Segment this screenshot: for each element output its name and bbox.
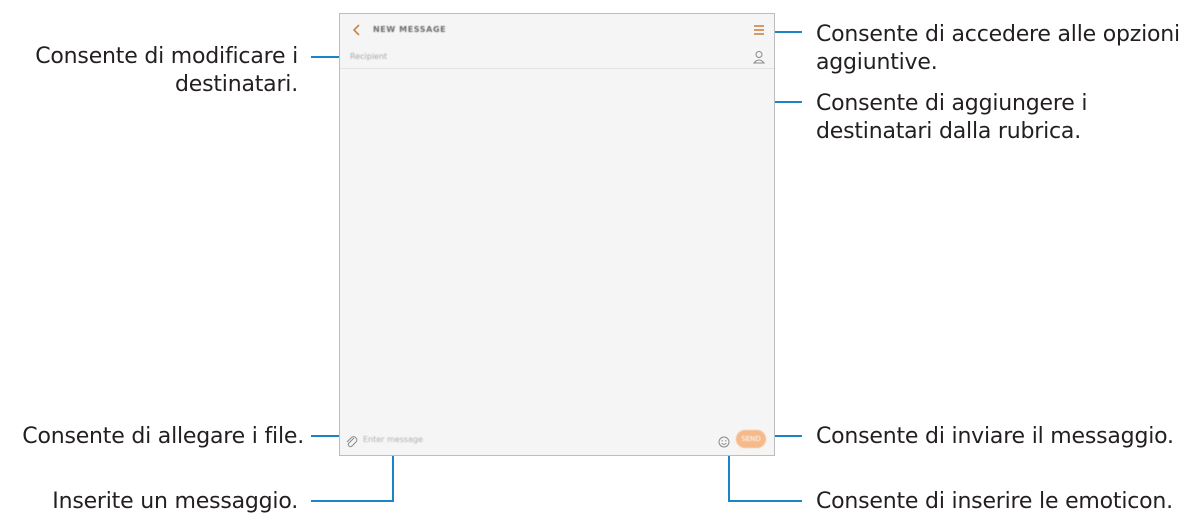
callout-more-options-line2: aggiuntive. bbox=[816, 50, 938, 75]
compose-bar: Enter message SEND bbox=[340, 425, 774, 455]
callout-edit-recipients-line1: Consente di modificare i bbox=[35, 44, 298, 69]
app-bar: NEW MESSAGE bbox=[340, 14, 774, 48]
recipient-field[interactable]: Recipient bbox=[340, 48, 774, 69]
callout-edit-recipients: Consente di modificare i destinatari. bbox=[35, 43, 298, 99]
message-compose-screen: NEW MESSAGE Recipient Enter message SEND bbox=[339, 13, 775, 456]
leader-emoticons-horizontal bbox=[728, 500, 802, 502]
leader-send-message bbox=[772, 435, 802, 437]
callout-edit-recipients-line2: destinatari. bbox=[175, 72, 298, 97]
send-button[interactable]: SEND bbox=[736, 430, 766, 448]
contact-person-icon[interactable] bbox=[752, 49, 766, 65]
message-input[interactable]: Enter message bbox=[363, 435, 423, 444]
callout-more-options-line1: Consente di accedere alle opzioni bbox=[816, 22, 1180, 47]
page-title: NEW MESSAGE bbox=[373, 25, 447, 34]
callout-insert-emoticons: Consente di inserire le emoticon. bbox=[816, 489, 1173, 514]
leader-enter-message-horizontal bbox=[311, 500, 394, 502]
more-options-icon[interactable] bbox=[754, 25, 764, 35]
callout-add-from-contacts-line1: Consente di aggiungere i bbox=[816, 91, 1088, 116]
callout-more-options: Consente di accedere alle opzioni aggiun… bbox=[816, 21, 1180, 77]
back-icon[interactable] bbox=[350, 22, 364, 38]
paperclip-icon[interactable] bbox=[344, 433, 358, 448]
leader-attach-files bbox=[311, 435, 341, 437]
callout-add-from-contacts-line2: destinatari dalla rubrica. bbox=[816, 119, 1082, 144]
smiley-icon[interactable] bbox=[718, 433, 730, 448]
callout-enter-message: Inserite un messaggio. bbox=[52, 489, 298, 514]
callout-attach-files: Consente di allegare i file. bbox=[22, 424, 304, 449]
callout-add-from-contacts: Consente di aggiungere i destinatari dal… bbox=[816, 90, 1087, 146]
recipient-placeholder: Recipient bbox=[350, 52, 388, 61]
callout-send-message: Consente di inviare il messaggio. bbox=[816, 424, 1174, 449]
